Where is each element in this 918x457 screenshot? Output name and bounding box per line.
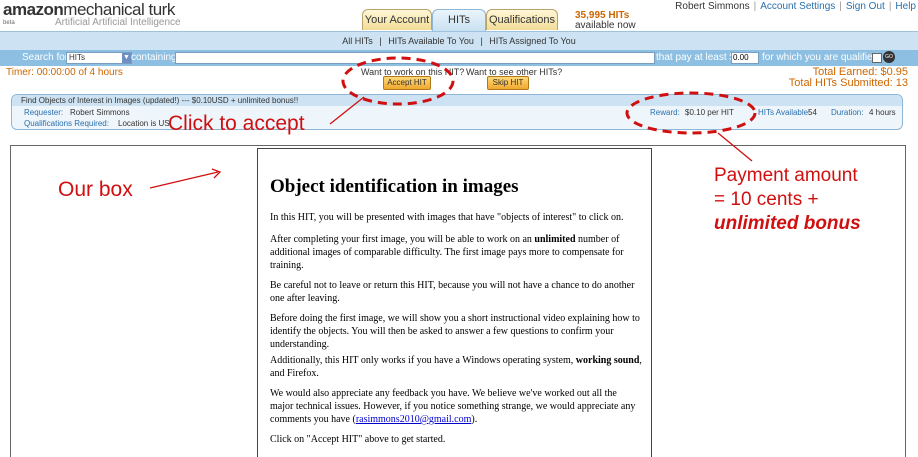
accept-pointer-line [329, 96, 365, 125]
annotation-payment-line1: Payment amount [714, 165, 858, 186]
annotation-click-to-accept: Click to accept [168, 112, 305, 135]
box-arrow-line [149, 171, 219, 189]
reward-highlight-ellipse [625, 91, 757, 135]
annotation-our-box: Our box [58, 178, 133, 201]
annotation-payment-line3: unlimited bonus [714, 213, 861, 234]
accept-highlight-ellipse [341, 56, 455, 106]
payment-pointer-line [717, 132, 753, 162]
annotation-payment-line2: = 10 cents + [714, 189, 819, 210]
annotation-payment: Payment amount = 10 cents + unlimited bo… [714, 164, 861, 236]
